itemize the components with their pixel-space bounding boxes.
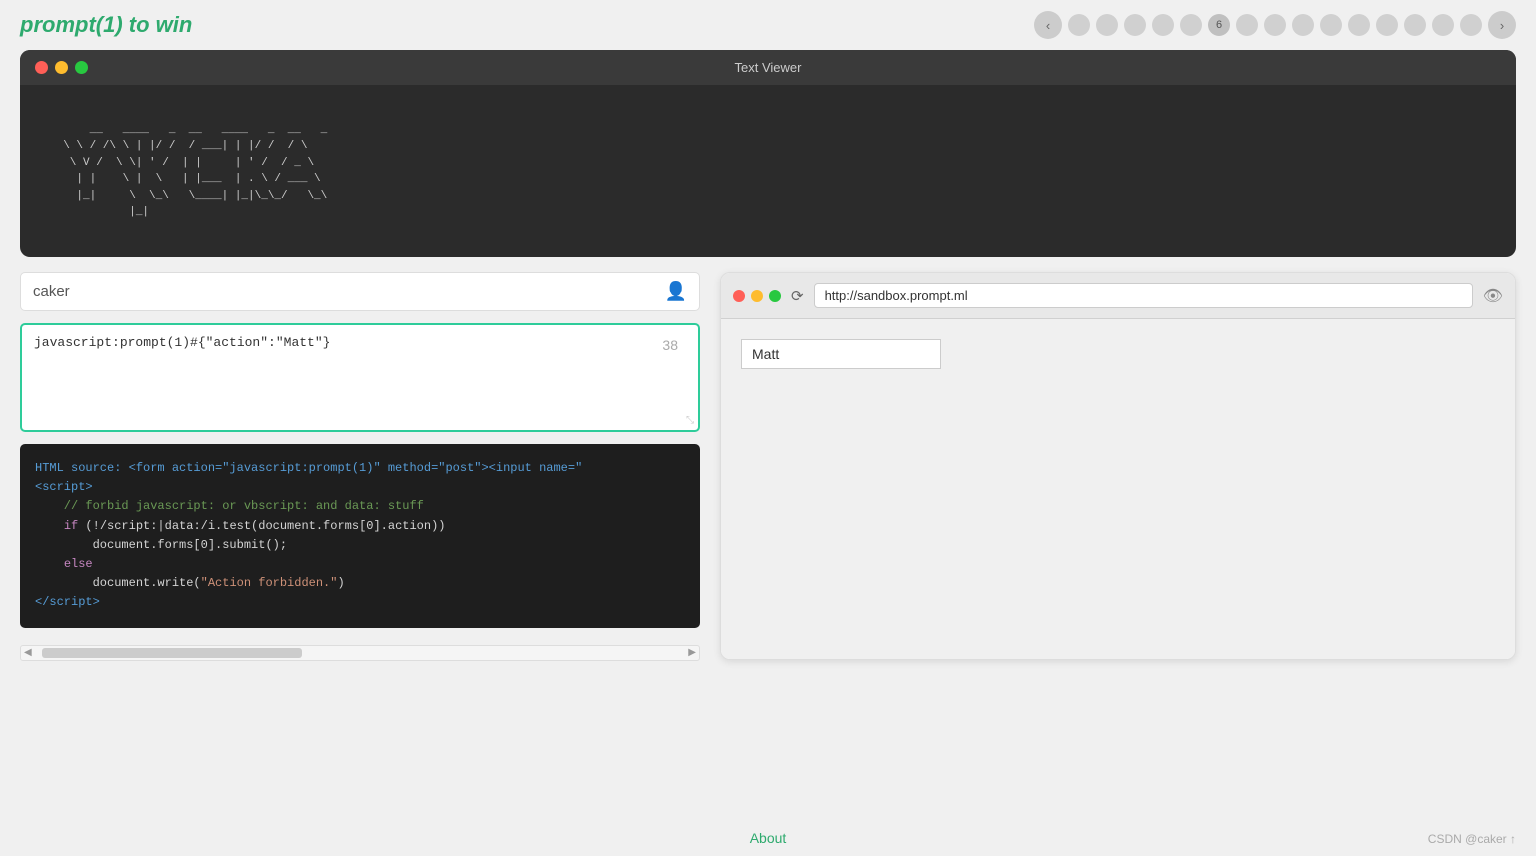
browser-prompt-input[interactable]: [741, 339, 941, 369]
browser-traffic-lights: [733, 290, 781, 302]
browser-minimize-button[interactable]: [751, 290, 763, 302]
source-line-5: document.forms[0].submit();: [35, 538, 287, 552]
terminal-window: Text Viewer __ ____ _ __ ____ _ __ _ \ \…: [20, 50, 1516, 257]
scroll-right-arrow[interactable]: ▶: [688, 647, 696, 658]
scrollbar-area[interactable]: ◀ ▶: [20, 645, 700, 661]
source-line-6: else: [35, 557, 93, 571]
terminal-minimize-button[interactable]: [55, 61, 68, 74]
about-link[interactable]: About: [750, 830, 787, 846]
terminal-body: __ ____ _ __ ____ _ __ _ \ \ / /\ \ | |/…: [20, 85, 1516, 257]
next-page-button[interactable]: ›: [1488, 11, 1516, 39]
scroll-left-arrow[interactable]: ◀: [24, 647, 32, 658]
source-line-2: <script>: [35, 480, 93, 494]
page-dot-7: [1236, 14, 1258, 36]
terminal-traffic-lights: [35, 61, 88, 74]
prompt-box: 38 ⤡: [20, 323, 700, 432]
username-row: 👤: [20, 272, 700, 311]
source-line-8: </script>: [35, 595, 100, 609]
source-line-3: // forbid javascript: or vbscript: and d…: [35, 499, 424, 513]
page-dot-4: [1152, 14, 1174, 36]
site-title: prompt(1) to win: [20, 12, 192, 38]
terminal-close-button[interactable]: [35, 61, 48, 74]
page-dot-9: [1292, 14, 1314, 36]
terminal-titlebar: Text Viewer: [20, 50, 1516, 85]
ascii-art-display: __ ____ _ __ ____ _ __ _ \ \ / /\ \ | |/…: [50, 124, 327, 219]
footer: About: [0, 820, 1536, 856]
main-content: 👤 38 ⤡ HTML source: <form action="javasc…: [0, 272, 1536, 661]
user-icon: 👤: [665, 281, 687, 302]
refresh-button[interactable]: ⟳: [791, 287, 804, 305]
top-bar: prompt(1) to win ‹ 6 ›: [0, 0, 1536, 50]
browser-maximize-button[interactable]: [769, 290, 781, 302]
scrollbar-thumb[interactable]: [42, 648, 302, 658]
page-dot-15: [1460, 14, 1482, 36]
page-dot-12: [1376, 14, 1398, 36]
page-dot-6[interactable]: 6: [1208, 14, 1230, 36]
terminal-title: Text Viewer: [735, 60, 802, 75]
page-dot-14: [1432, 14, 1454, 36]
prev-page-button[interactable]: ‹: [1034, 11, 1062, 39]
page-dot-2: [1096, 14, 1118, 36]
footer-credit: CSDN @caker ↑: [1428, 832, 1516, 846]
eye-button[interactable]: 👁: [1483, 286, 1503, 306]
browser-toolbar: ⟳ 👁: [721, 273, 1515, 319]
url-bar[interactable]: [814, 283, 1473, 308]
page-dot-13: [1404, 14, 1426, 36]
char-count: 38: [662, 337, 678, 353]
terminal-maximize-button[interactable]: [75, 61, 88, 74]
source-content: HTML source: <form action="javascript:pr…: [35, 459, 685, 613]
page-dot-5: [1180, 14, 1202, 36]
browser-close-button[interactable]: [733, 290, 745, 302]
page-dot-11: [1348, 14, 1370, 36]
page-dot-10: [1320, 14, 1342, 36]
username-input[interactable]: [33, 283, 665, 300]
pagination: ‹ 6 ›: [1034, 11, 1516, 39]
source-line-7: document.write("Action forbidden."): [35, 576, 345, 590]
page-dot-1: [1068, 14, 1090, 36]
browser-body: [721, 319, 1515, 659]
left-panel: 👤 38 ⤡ HTML source: <form action="javasc…: [20, 272, 700, 661]
page-dot-8: [1264, 14, 1286, 36]
browser-window: ⟳ 👁: [720, 272, 1516, 660]
right-panel: ⟳ 👁: [720, 272, 1516, 661]
source-panel: HTML source: <form action="javascript:pr…: [20, 444, 700, 628]
resize-handle[interactable]: ⤡: [686, 415, 694, 426]
source-line-1: HTML source: <form action="javascript:pr…: [35, 461, 582, 475]
prompt-textarea[interactable]: [34, 335, 686, 415]
source-line-4: if (!/script:|data:/i.test(document.form…: [35, 519, 445, 533]
page-dot-3: [1124, 14, 1146, 36]
